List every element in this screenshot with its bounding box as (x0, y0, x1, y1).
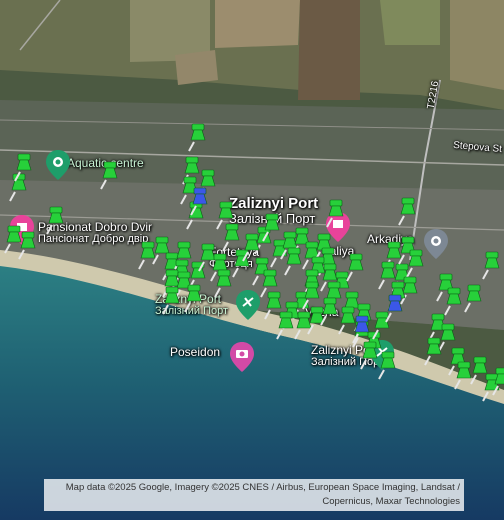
place-label-poseidon[interactable]: Poseidon (170, 346, 220, 359)
pushpin-icon[interactable] (422, 336, 444, 366)
pushpin-icon[interactable] (376, 260, 398, 290)
pushpin-icon[interactable] (160, 285, 182, 315)
field (450, 0, 504, 90)
pushpin-icon[interactable] (186, 122, 208, 152)
pushpin-icon[interactable] (44, 205, 66, 235)
pushpin-icon[interactable] (480, 250, 502, 280)
pushpin-icon[interactable] (324, 198, 346, 228)
place-icon[interactable] (424, 229, 448, 259)
pushpin-icon[interactable] (188, 186, 210, 216)
map-canvas[interactable]: T2216 Stepova St Aquatic centre Pansiona… (0, 0, 504, 520)
field (175, 50, 218, 85)
field (298, 0, 360, 100)
camera-icon[interactable] (230, 342, 254, 372)
pushpin-icon[interactable] (490, 366, 504, 396)
pushpin-icon[interactable] (220, 222, 242, 252)
pushpin-icon[interactable] (404, 248, 426, 278)
pushpin-icon[interactable] (98, 160, 120, 190)
pushpin-icon[interactable] (240, 232, 262, 262)
pushpin-icon[interactable] (212, 268, 234, 298)
pushpin-icon[interactable] (376, 350, 398, 380)
pushpin-icon[interactable] (344, 252, 366, 282)
map-attribution: Map data ©2025 Google, Imagery ©2025 CNE… (44, 479, 464, 511)
pushpin-icon[interactable] (396, 196, 418, 226)
pushpin-icon[interactable] (136, 240, 158, 270)
pushpin-icon[interactable] (383, 293, 405, 323)
pushpin-icon[interactable] (182, 283, 204, 313)
field (215, 0, 300, 48)
pushpin-icon[interactable] (300, 280, 322, 310)
field (380, 0, 440, 45)
pushpin-icon[interactable] (462, 283, 484, 313)
pushpin-icon[interactable] (16, 230, 38, 260)
pushpin-icon[interactable] (258, 268, 280, 298)
pushpin-icon[interactable] (12, 152, 34, 182)
pushpin-icon[interactable] (350, 314, 372, 344)
beach-icon[interactable] (236, 290, 260, 320)
pool-icon[interactable] (46, 150, 70, 180)
